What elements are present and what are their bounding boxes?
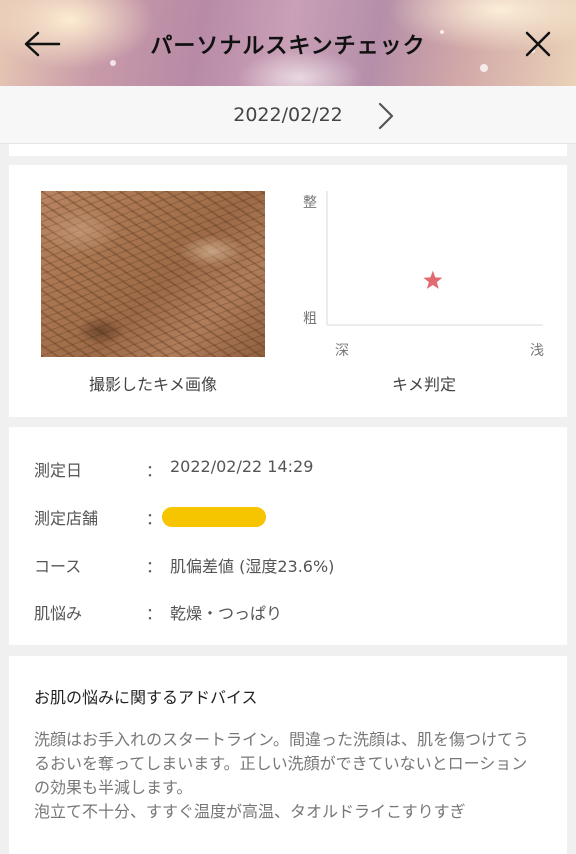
kime-chart-caption: キメ判定	[391, 375, 456, 394]
x-axis-right-label: 浅	[530, 343, 544, 359]
next-date-button[interactable]	[372, 100, 400, 132]
kime-chart: 整 粗 深 浅	[303, 191, 544, 359]
y-axis-top-label: 整	[303, 195, 317, 211]
kime-result-card: 撮影したキメ画像 整 粗 深 浅 キメ判定	[9, 165, 567, 417]
info-separator: ：	[146, 461, 163, 480]
info-label: コース	[34, 557, 82, 576]
info-label: 測定店舗	[34, 509, 99, 528]
info-value: 肌偏差値 (湿度23.6%)	[170, 557, 335, 576]
y-axis-bottom-label: 粗	[303, 311, 317, 327]
measurement-info-card: 測定日 ： 2022/02/22 14:29 測定店舗 ： コース ： 肌偏差値…	[9, 427, 567, 645]
advice-card: お肌の悩みに関するアドバイス 洗顔はお手入れのスタートライン。間違った洗顔は、肌…	[9, 656, 567, 854]
app-header: パーソナルスキンチェック	[0, 0, 576, 86]
info-separator: ：	[146, 604, 163, 623]
date-navigation-bar: 2022/02/22	[0, 86, 576, 144]
info-value: 2022/02/22 14:29	[170, 457, 314, 476]
chart-points	[423, 270, 443, 289]
kime-point-star-icon	[423, 270, 443, 289]
advice-title: お肌の悩みに関するアドバイス	[34, 688, 258, 707]
sparkle-decoration	[480, 64, 488, 72]
chevron-right-icon	[378, 102, 394, 130]
info-separator: ：	[146, 557, 163, 576]
close-button[interactable]	[518, 26, 558, 62]
info-separator: ：	[146, 509, 163, 528]
info-label: 測定日	[34, 461, 83, 480]
current-date: 2022/02/22	[233, 104, 343, 126]
x-axis-left-label: 深	[335, 343, 349, 359]
advice-body: 洗顔はお手入れのスタートライン。間違った洗顔は、肌を傷つけてうるおいを奪ってしま…	[34, 730, 530, 821]
skin-texture-photo	[41, 191, 265, 357]
previous-card-fragment	[9, 144, 567, 156]
redaction-mark	[162, 507, 266, 527]
info-value: 乾燥・つっぱり	[170, 604, 283, 623]
close-icon	[525, 31, 551, 57]
page-title: パーソナルスキンチェック	[150, 34, 426, 59]
info-label: 肌悩み	[34, 604, 83, 623]
sparkle-decoration	[110, 60, 116, 66]
skin-photo-caption: 撮影したキメ画像	[88, 375, 217, 394]
